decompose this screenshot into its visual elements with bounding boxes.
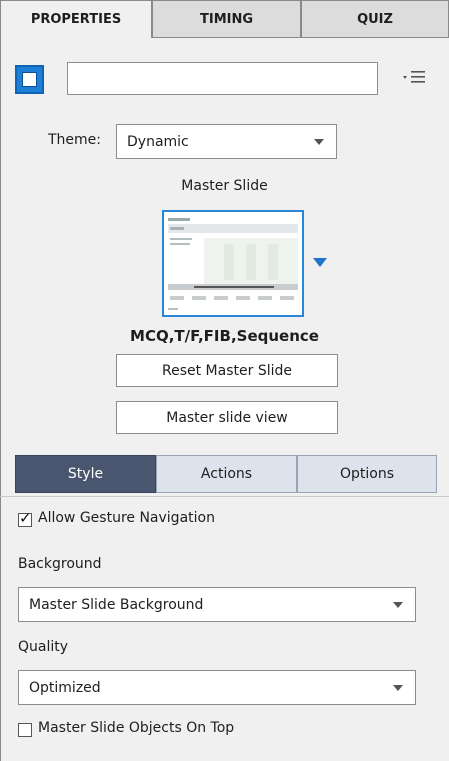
chevron-down-icon — [393, 684, 403, 691]
background-selected: Master Slide Background — [29, 596, 204, 613]
reset-master-slide-button[interactable]: Reset Master Slide — [116, 354, 338, 387]
tab-options[interactable]: Options — [297, 455, 437, 493]
theme-label: Theme: — [48, 132, 102, 148]
quality-selected: Optimized — [29, 679, 101, 696]
master-slide-title: Master Slide — [181, 178, 268, 194]
master-slide-thumbnail[interactable] — [162, 210, 304, 317]
theme-dropdown[interactable]: Dynamic — [116, 124, 337, 159]
tab-quiz[interactable]: QUIZ — [301, 0, 449, 38]
panel-menu-icon[interactable] — [400, 66, 430, 90]
slide-color-swatch[interactable] — [15, 65, 44, 94]
master-slide-preview-image — [164, 212, 302, 315]
quality-dropdown[interactable]: Optimized — [18, 670, 416, 705]
master-slide-name: MCQ,T/F,FIB,Sequence — [130, 327, 319, 345]
master-slide-dropdown-arrow-icon[interactable] — [313, 258, 327, 267]
master-slide-objects-on-top-label[interactable]: Master Slide Objects On Top — [38, 720, 234, 736]
master-slide-view-button[interactable]: Master slide view — [116, 401, 338, 434]
tab-timing[interactable]: TIMING — [152, 0, 301, 38]
theme-selected: Dynamic — [127, 133, 189, 150]
divider — [0, 496, 449, 497]
background-dropdown[interactable]: Master Slide Background — [18, 587, 416, 622]
background-label: Background — [18, 556, 102, 572]
allow-gesture-navigation-label[interactable]: Allow Gesture Navigation — [38, 510, 215, 526]
checkmark-icon: ✓ — [19, 509, 32, 527]
style-actions-options-tabs: Style Actions Options — [15, 455, 437, 493]
tab-actions[interactable]: Actions — [156, 455, 297, 493]
panel-border — [0, 38, 1, 761]
master-slide-objects-on-top-checkbox[interactable] — [18, 723, 32, 737]
slide-name-input[interactable] — [67, 62, 378, 95]
top-tab-bar: PROPERTIES TIMING QUIZ — [0, 0, 449, 38]
chevron-down-icon — [314, 138, 324, 145]
chevron-down-icon — [393, 601, 403, 608]
allow-gesture-navigation-checkbox[interactable]: ✓ — [18, 509, 32, 527]
quality-label: Quality — [18, 639, 69, 655]
tab-properties[interactable]: PROPERTIES — [0, 0, 152, 38]
tab-style[interactable]: Style — [15, 455, 156, 493]
